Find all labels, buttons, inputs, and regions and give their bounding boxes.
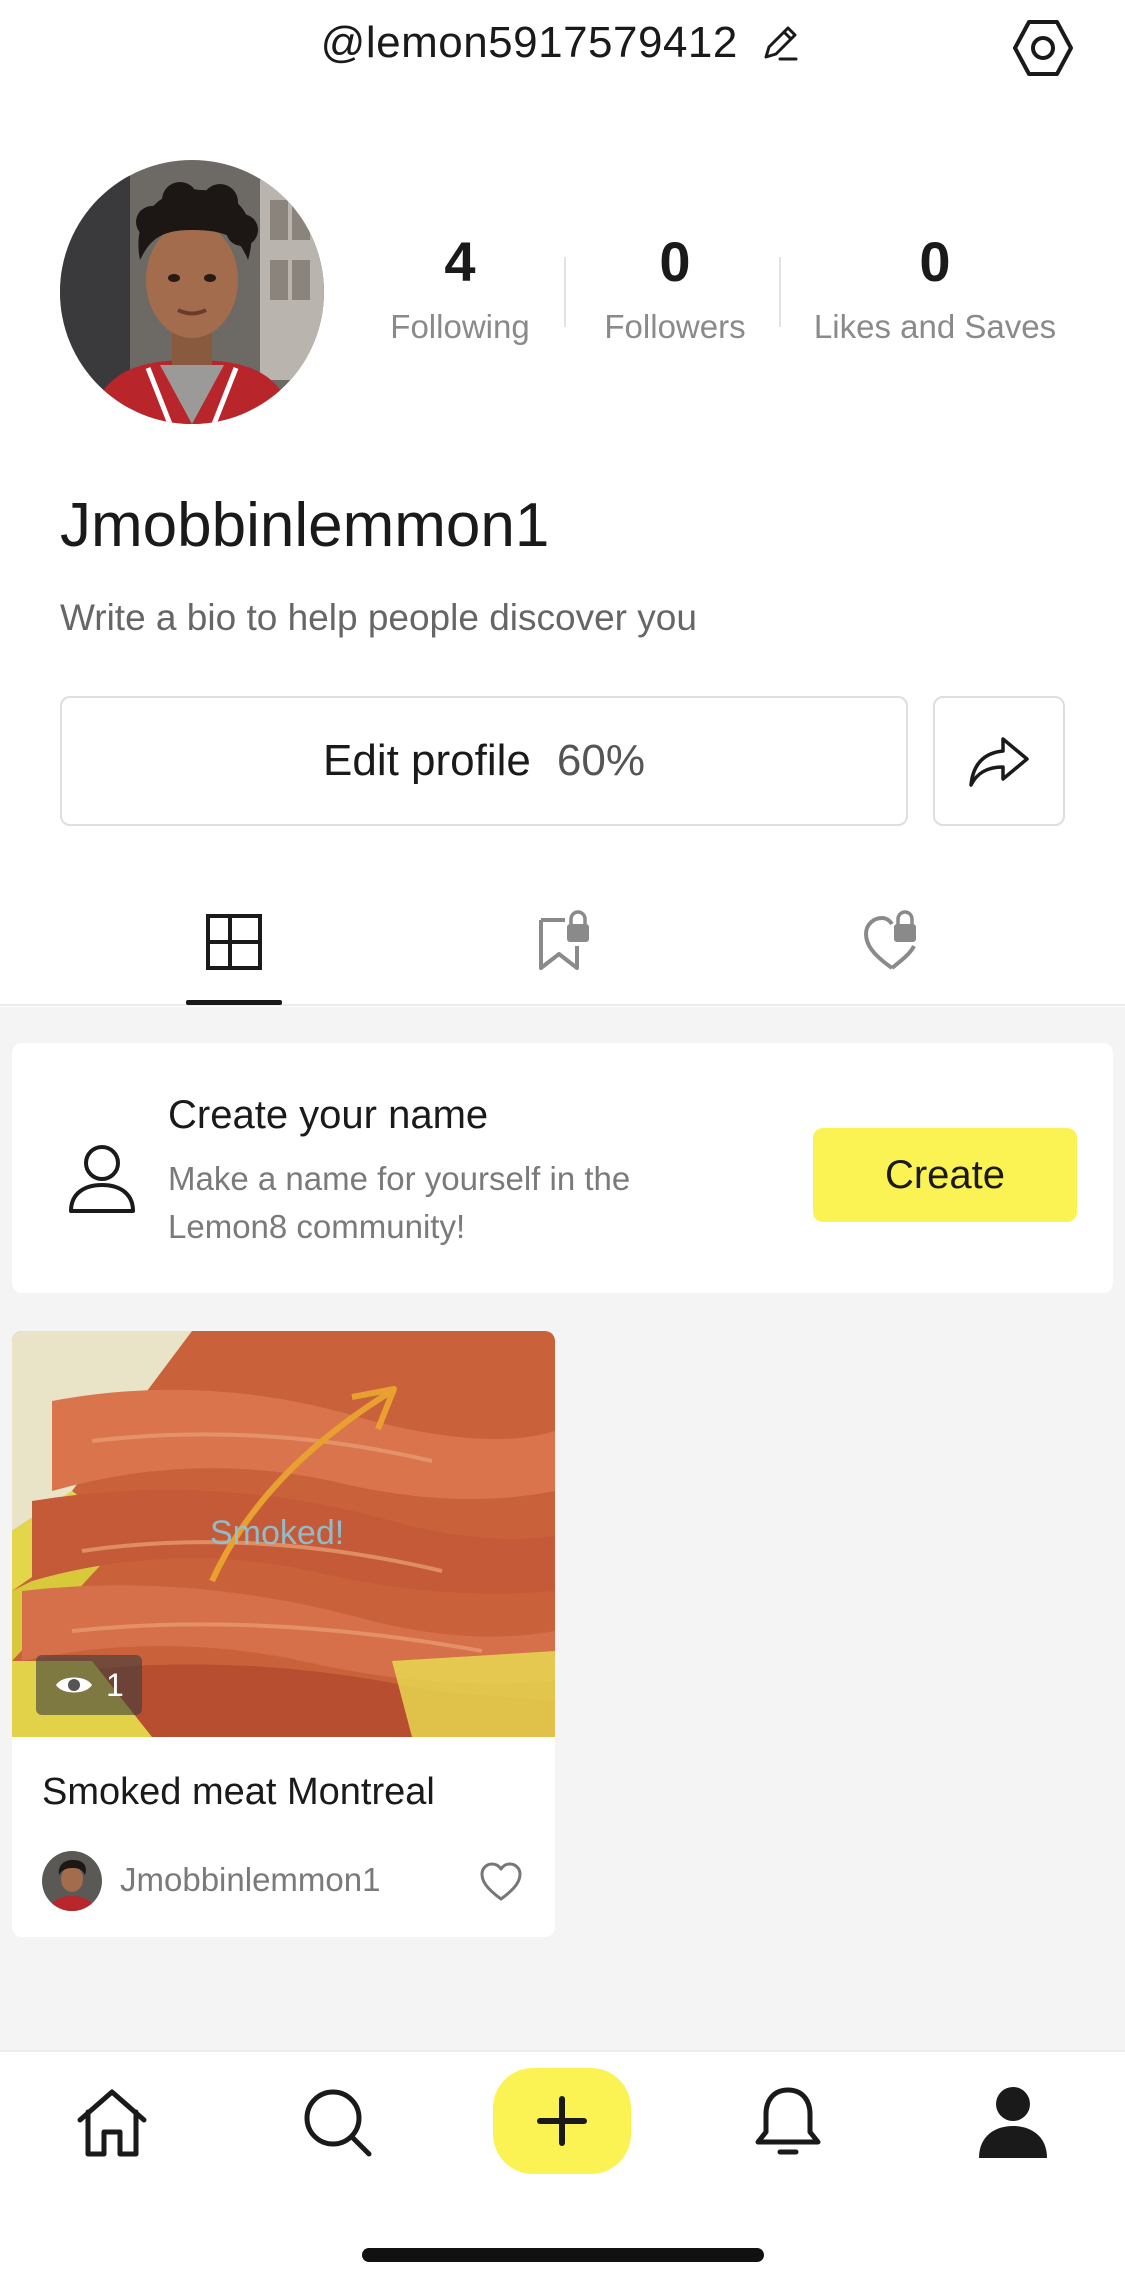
view-count-badge: 1 bbox=[36, 1655, 142, 1715]
post-title[interactable]: Smoked meat Montreal bbox=[42, 1771, 435, 1814]
profile-tabs bbox=[0, 880, 1125, 1006]
bio-placeholder[interactable]: Write a bio to help people discover you bbox=[60, 597, 697, 639]
profile-avatar[interactable] bbox=[60, 160, 324, 424]
posts-grid-icon[interactable] bbox=[204, 910, 264, 974]
handle-row: @lemon5917579412 bbox=[0, 18, 1125, 68]
edit-profile-button[interactable]: Edit profile 60% bbox=[60, 696, 908, 826]
share-arrow-icon bbox=[969, 737, 1029, 787]
home-icon[interactable] bbox=[72, 2082, 152, 2162]
profile-icon[interactable] bbox=[973, 2082, 1053, 2162]
followers-count: 0 bbox=[659, 230, 691, 293]
stat-followers[interactable]: 0 Followers bbox=[580, 230, 770, 346]
profile-completion-percent: 60% bbox=[556, 736, 645, 785]
person-outline-icon bbox=[69, 1145, 135, 1213]
stat-divider bbox=[779, 257, 781, 327]
top-bar: @lemon5917579412 bbox=[0, 0, 1125, 95]
create-name-subtitle: Make a name for yourself in the Lemon8 c… bbox=[168, 1160, 631, 1245]
pencil-icon[interactable] bbox=[756, 19, 804, 67]
post-image-caption: Smoked! bbox=[210, 1514, 344, 1552]
feed-area: Create your name Make a name for yoursel… bbox=[0, 1007, 1125, 2050]
bottom-nav bbox=[0, 2050, 1125, 2284]
eye-icon bbox=[56, 1677, 92, 1693]
display-name: Jmobbinlemmon1 bbox=[60, 491, 550, 560]
search-icon[interactable] bbox=[297, 2082, 377, 2162]
create-post-button[interactable] bbox=[493, 2068, 631, 2174]
post-author-avatar[interactable] bbox=[42, 1851, 102, 1911]
following-label: Following bbox=[390, 308, 530, 345]
stat-following[interactable]: 4 Following bbox=[365, 230, 555, 346]
likes-saves-count: 0 bbox=[919, 230, 951, 293]
likes-saves-label: Likes and Saves bbox=[813, 308, 1057, 345]
plus-icon bbox=[537, 2096, 587, 2146]
followers-label: Followers bbox=[604, 308, 746, 345]
following-count: 4 bbox=[444, 230, 476, 293]
heart-icon[interactable] bbox=[478, 1859, 524, 1905]
username-handle: @lemon5917579412 bbox=[320, 18, 738, 67]
stat-divider bbox=[564, 257, 566, 327]
edit-profile-label: Edit profile bbox=[323, 736, 531, 785]
home-indicator bbox=[362, 2248, 764, 2262]
post-card[interactable]: Smoked! 1 Smoked meat Montreal Jmobbinle… bbox=[12, 1331, 555, 1937]
saved-locked-icon[interactable] bbox=[535, 910, 595, 974]
settings-hex-icon[interactable] bbox=[1009, 14, 1077, 82]
profile-stats: 4 Following 0 Followers 0 Likes and Save… bbox=[365, 230, 1085, 360]
create-name-card: Create your name Make a name for yoursel… bbox=[12, 1043, 1113, 1293]
create-name-title: Create your name bbox=[168, 1093, 489, 1137]
share-profile-button[interactable] bbox=[933, 696, 1065, 826]
active-tab-indicator bbox=[186, 1000, 282, 1005]
view-count: 1 bbox=[106, 1666, 124, 1703]
bell-icon[interactable] bbox=[748, 2082, 828, 2162]
stat-likes-saves[interactable]: 0 Likes and Saves bbox=[795, 230, 1075, 346]
post-author-name[interactable]: Jmobbinlemmon1 bbox=[120, 1861, 380, 1899]
liked-locked-icon[interactable] bbox=[862, 910, 922, 974]
create-button[interactable]: Create bbox=[813, 1128, 1077, 1222]
